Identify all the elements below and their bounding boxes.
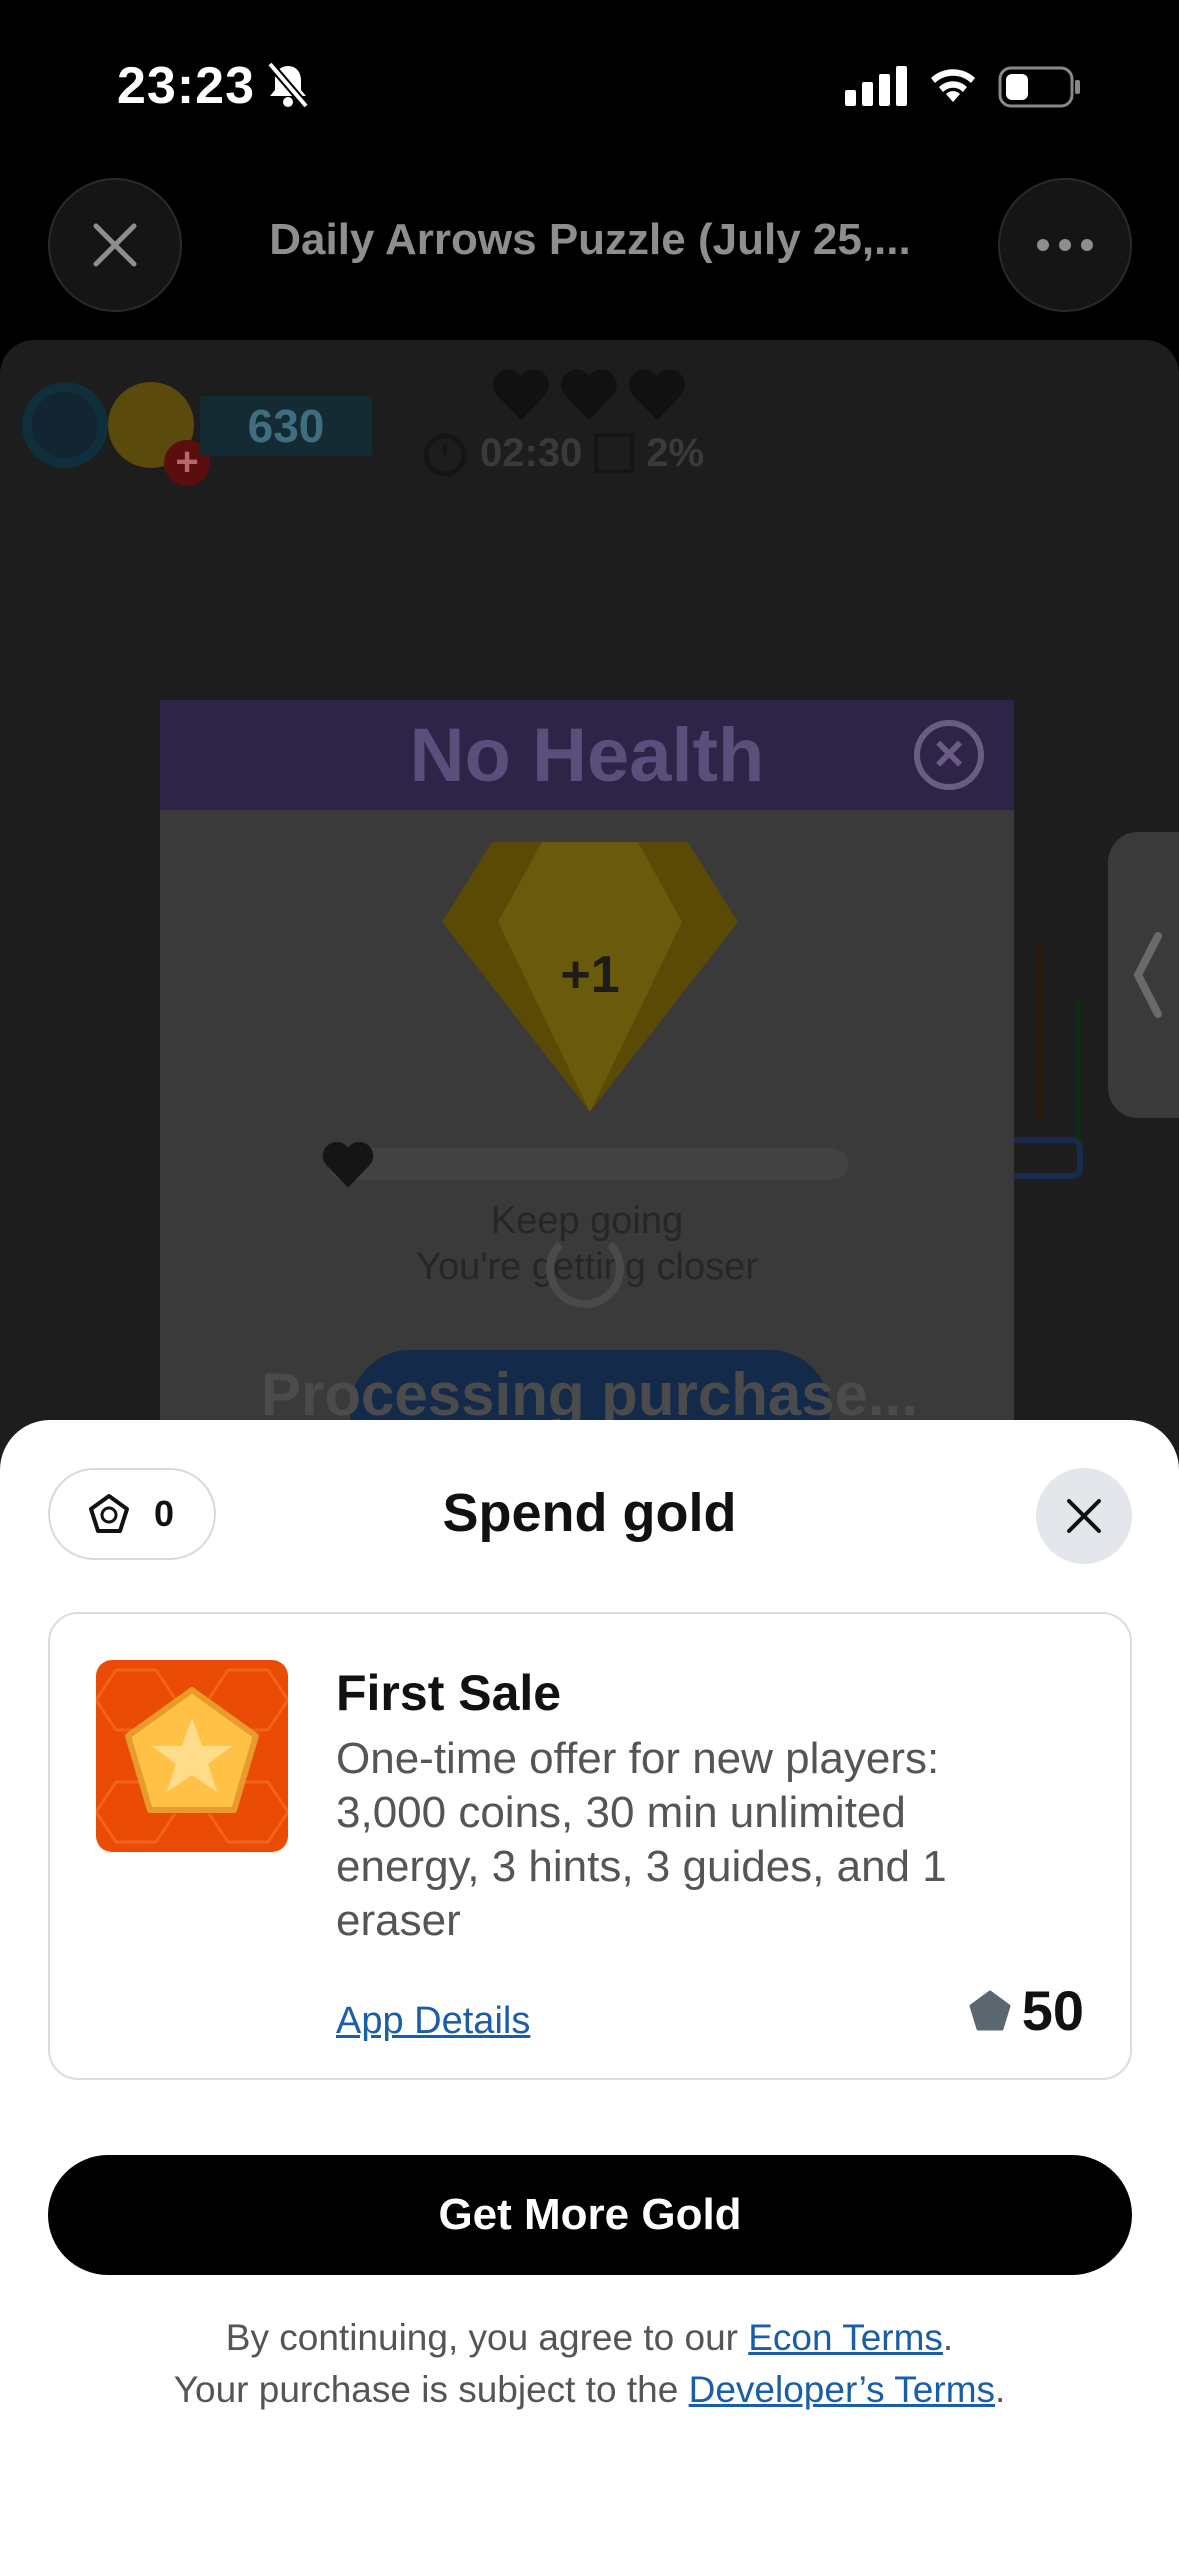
heart-icon	[322, 1141, 374, 1188]
puzzle-icon	[594, 433, 635, 473]
close-webview-button[interactable]	[48, 178, 182, 312]
spend-gold-sheet: 0 Spend gold First Sale One-time offer f…	[0, 1420, 1179, 2556]
modal-close-icon: ×	[914, 720, 984, 790]
product-thumbnail	[96, 1660, 288, 1852]
gem-icon: +1	[442, 842, 738, 1112]
heart-icon	[493, 369, 549, 420]
get-more-gold-button[interactable]: Get More Gold	[48, 2155, 1132, 2275]
sheet-title: Spend gold	[442, 1483, 737, 1543]
more-options-button[interactable]	[998, 178, 1132, 312]
wifi-icon	[931, 69, 975, 102]
timer-row: 02:30 2%	[420, 428, 704, 478]
processing-text: Processing purchase...	[261, 1361, 918, 1428]
timer-value: 02:30	[480, 430, 583, 475]
progress-value: 2%	[646, 430, 705, 475]
price-value: 50	[1021, 1979, 1084, 2042]
star-badge-icon	[96, 1668, 288, 1844]
legal-line1-suffix: .	[942, 2317, 954, 2358]
side-tab-handle[interactable]	[1108, 832, 1179, 1118]
product-price: 50	[968, 1978, 1084, 2043]
game-topbar: + 630 02:30 2%	[0, 340, 1179, 500]
puzzle-arrows	[1000, 940, 1083, 1179]
sheet-close-button[interactable]	[1036, 1468, 1132, 1564]
coin-count: 630	[200, 396, 372, 456]
health-progress-bar	[328, 1148, 848, 1180]
hearts-row	[490, 366, 690, 422]
signal-icon	[845, 66, 907, 106]
legal-line2-prefix: Your purchase is subject to the	[173, 2369, 689, 2410]
chevron-left-icon	[1133, 932, 1162, 1018]
close-icon	[1067, 1499, 1101, 1533]
settings-icon	[22, 382, 108, 468]
alarm-clock-icon	[423, 433, 467, 477]
app-details-link[interactable]: App Details	[336, 2000, 530, 2043]
product-card: First Sale One-time offer for new player…	[48, 1612, 1132, 2080]
developer-terms-link[interactable]: Developer’s Terms	[689, 2369, 995, 2410]
heart-icon	[629, 369, 685, 420]
battery-icon	[998, 66, 1080, 108]
legal-line2-suffix: .	[995, 2369, 1006, 2410]
silent-bell-icon	[266, 62, 310, 108]
product-description: One-time offer for new players: 3,000 co…	[336, 1734, 947, 1945]
status-time: 23:23	[117, 57, 255, 115]
close-icon	[93, 223, 137, 267]
loading-spinner	[546, 1230, 624, 1308]
page-title: Daily Arrows Puzzle (July 25,...	[269, 215, 911, 264]
status-bar: 23:23	[0, 0, 1179, 170]
legal-line1-prefix: By continuing, you agree to our	[225, 2317, 749, 2358]
product-name: First Sale	[336, 1665, 562, 1721]
more-icon	[1037, 239, 1093, 251]
modal-title: No Health	[409, 713, 765, 798]
econ-terms-link[interactable]: Econ Terms	[748, 2317, 943, 2358]
gold-icon	[969, 1990, 1011, 2030]
legal-text: By continuing, you agree to our Econ Ter…	[0, 2312, 1179, 2416]
gem-badge: +1	[560, 946, 619, 1004]
heart-icon	[561, 369, 617, 420]
